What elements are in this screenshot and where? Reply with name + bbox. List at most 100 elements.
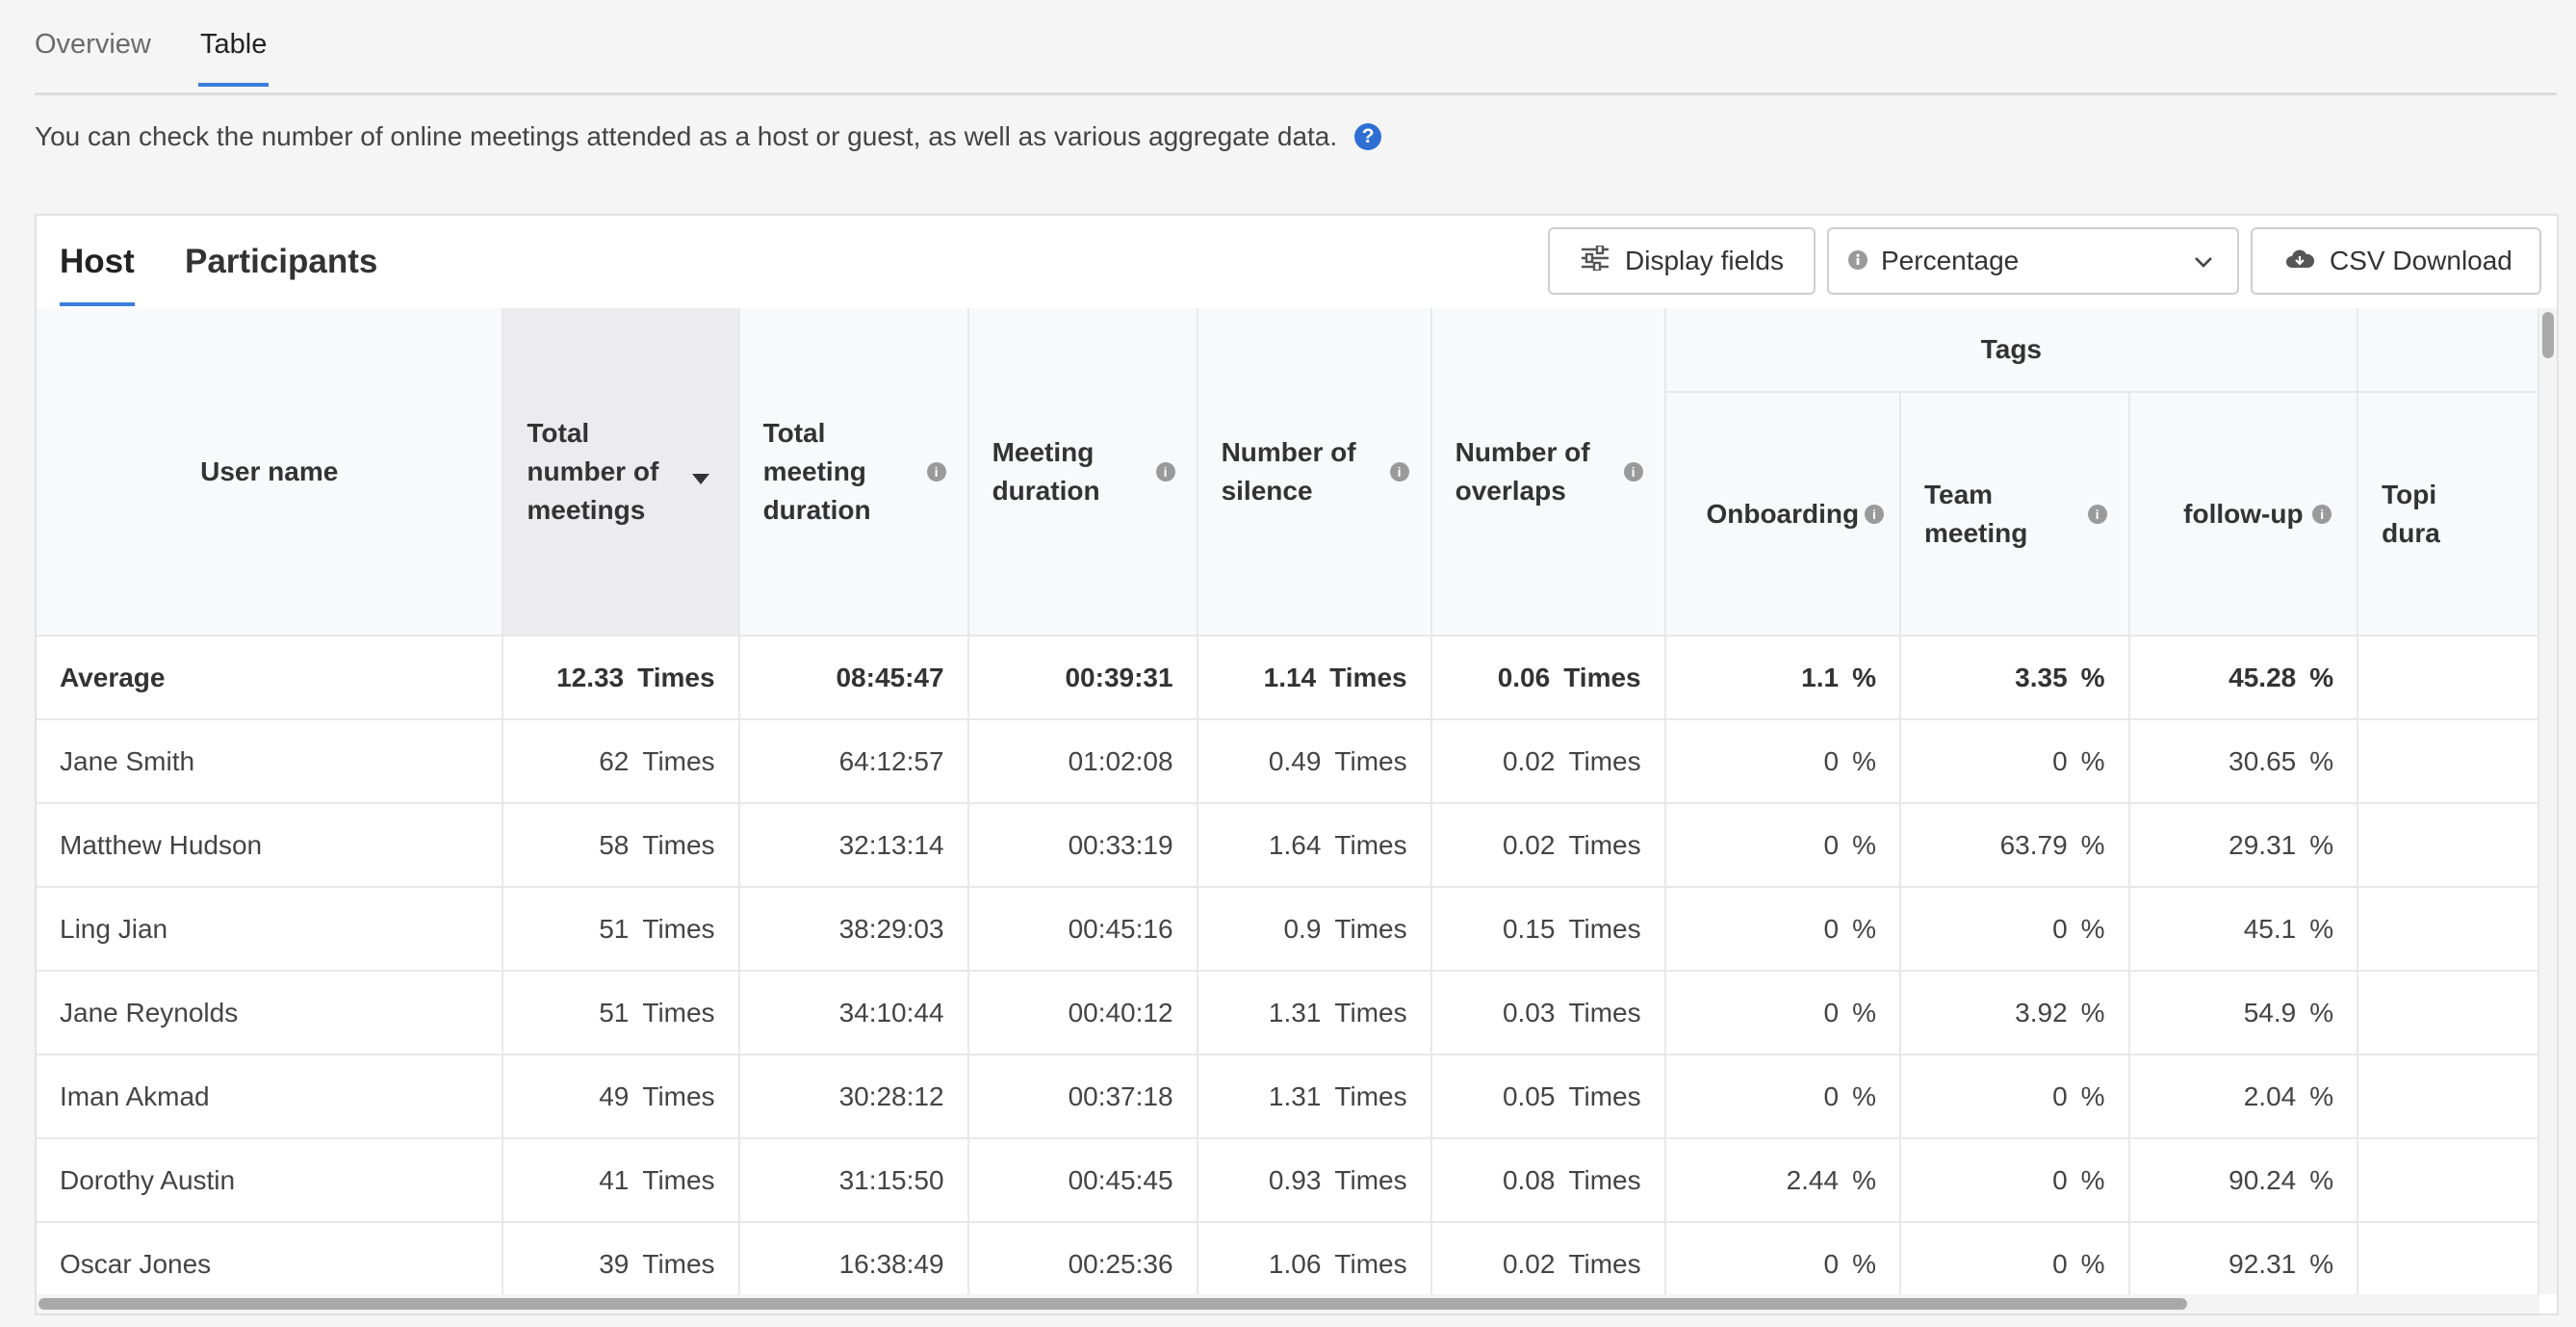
- table-row[interactable]: Matthew Hudson 58 Times 32:13:14 00:33:19 1.6…: [37, 803, 2539, 888]
- info-icon[interactable]: i: [2087, 504, 2107, 524]
- cell-meeting-duration: 00:37:18: [967, 1054, 1198, 1139]
- cell-total-duration: 31:15:50: [738, 1138, 969, 1223]
- col-total-duration[interactable]: Total meeting duration i: [738, 308, 969, 637]
- info-icon[interactable]: i: [2312, 504, 2332, 524]
- cell-silence: 1.31 Times: [1197, 1054, 1432, 1139]
- col-topic-duration[interactable]: Topi dura: [2357, 392, 2539, 637]
- cell-meeting-duration: 00:40:12: [967, 971, 1198, 1055]
- cell-total-meetings-unit: Times: [642, 997, 715, 1028]
- cell-silence-value: 1.06: [1268, 1248, 1322, 1279]
- cell-follow-up-unit: %: [2309, 913, 2334, 944]
- help-icon[interactable]: ?: [1354, 123, 1382, 150]
- cell-meeting-duration: 00:33:19: [967, 803, 1198, 888]
- cell-total-meetings: 12.33 Times: [502, 636, 740, 720]
- cell-overlaps-unit: Times: [1568, 1164, 1641, 1195]
- cell-overlaps-value: 0.02: [1502, 1248, 1556, 1279]
- cell-total-duration-value: 31:15:50: [838, 1164, 944, 1195]
- col-total-meetings[interactable]: Total number of meetings: [502, 308, 740, 637]
- cell-total-meetings-value: 62: [599, 745, 630, 776]
- col-silence[interactable]: Number of silence i: [1197, 308, 1432, 637]
- cell-silence-unit: Times: [1334, 913, 1407, 944]
- table-row[interactable]: Iman Akmad 49 Times 30:28:12 00:37:18 1.31 Tim…: [37, 1054, 2539, 1139]
- cell-follow-up-unit: %: [2309, 829, 2334, 860]
- vertical-scrollbar[interactable]: [2539, 308, 2557, 1294]
- cell-team-meeting: 0%: [1899, 1054, 2130, 1139]
- table-row[interactable]: Dorothy Austin 41 Times 31:15:50 00:45:45 0.9…: [37, 1138, 2539, 1223]
- info-icon[interactable]: i: [1623, 461, 1643, 481]
- cell-total-meetings-unit: Times: [637, 662, 715, 692]
- display-fields-button[interactable]: Display fields: [1548, 227, 1816, 295]
- average-row[interactable]: Average 12.33 Times 08:45:47 00:39:31 1.14 Tim…: [37, 636, 2539, 720]
- data-panel: Host Participants Display fields Percent…: [35, 214, 2559, 1315]
- cell-onboarding-value: 1.1: [1801, 662, 1840, 692]
- cell-onboarding-unit: %: [1852, 1164, 1876, 1195]
- cell-follow-up: 2.04%: [2128, 1054, 2359, 1139]
- cell-onboarding-unit: %: [1852, 662, 1876, 692]
- cell-user-name: Jane Reynolds: [37, 971, 504, 1055]
- csv-download-button[interactable]: CSV Download: [2251, 227, 2541, 295]
- info-icon[interactable]: i: [1864, 504, 1884, 524]
- info-icon[interactable]: i: [926, 461, 946, 481]
- col-user-name[interactable]: User name: [37, 308, 504, 637]
- cell-total-duration: 64:12:57: [738, 719, 969, 804]
- cell-silence: 1.14 Times: [1197, 636, 1432, 720]
- tab-overview[interactable]: Overview: [35, 29, 151, 61]
- cell-onboarding: 2.44%: [1664, 1138, 1901, 1223]
- cell-total-meetings: 41 Times: [502, 1138, 740, 1223]
- col-user-name-label: User name: [200, 455, 339, 486]
- cell-total-duration: 34:10:44: [738, 971, 969, 1055]
- cell-total-meetings-value: 49: [599, 1080, 630, 1111]
- cell-onboarding-value: 2.44: [1786, 1164, 1840, 1195]
- cell-team-meeting-unit: %: [2080, 662, 2105, 692]
- cell-total-duration: 08:45:47: [738, 636, 969, 720]
- cell-total-duration-value: 64:12:57: [838, 745, 944, 776]
- col-meeting-duration[interactable]: Meeting duration i: [967, 308, 1198, 637]
- description: You can check the number of online meeti…: [35, 121, 1382, 152]
- meetings-table: User name Total number of meetings Total…: [37, 308, 2539, 1294]
- cell-total-meetings-unit: Times: [642, 745, 715, 776]
- cell-follow-up: 45.28%: [2128, 636, 2359, 720]
- horizontal-scroll-thumb[interactable]: [39, 1298, 2187, 1310]
- table-row[interactable]: Jane Reynolds 51 Times 34:10:44 00:40:12 1.31…: [37, 971, 2539, 1055]
- info-icon[interactable]: i: [1155, 461, 1175, 481]
- cell-total-duration: 16:38:49: [738, 1222, 969, 1294]
- cell-meeting-duration-value: 00:45:16: [1068, 913, 1173, 944]
- table-row[interactable]: Jane Smith 62 Times 64:12:57 01:02:08 0.49 Tim…: [37, 719, 2539, 804]
- cell-onboarding-unit: %: [1852, 745, 1876, 776]
- table-row[interactable]: Oscar Jones 39 Times 16:38:49 00:25:36 1.06 Ti…: [37, 1222, 2539, 1294]
- col-overlaps-label-1: Number of: [1455, 436, 1590, 467]
- cell-overlaps-unit: Times: [1568, 1080, 1641, 1111]
- cell-user-name: Ling Jian: [37, 887, 504, 972]
- cell-overlaps-unit: Times: [1568, 997, 1641, 1028]
- cell-onboarding: 0%: [1664, 1222, 1901, 1294]
- cell-team-meeting-value: 3.35: [2015, 662, 2068, 692]
- col-topic-duration-label-1: Topi: [2382, 479, 2437, 509]
- tab-table[interactable]: Table: [197, 29, 270, 87]
- horizontal-scrollbar[interactable]: [37, 1294, 2539, 1314]
- cell-team-meeting-value: 0: [2052, 745, 2068, 776]
- tab-participants[interactable]: Participants: [185, 243, 377, 281]
- mode-select[interactable]: Percentage: [1827, 227, 2239, 295]
- cell-team-meeting: 3.35%: [1899, 636, 2130, 720]
- table-row[interactable]: Ling Jian 51 Times 38:29:03 00:45:16 0.9 Times…: [37, 887, 2539, 972]
- cell-meeting-duration: 00:45:16: [967, 887, 1198, 972]
- cell-total-duration-value: 16:38:49: [838, 1248, 944, 1279]
- col-silence-label-1: Number of: [1221, 436, 1356, 467]
- col-follow-up[interactable]: follow-up i: [2128, 392, 2359, 637]
- cell-silence-value: 0.9: [1283, 913, 1322, 944]
- col-onboarding[interactable]: Onboarding i: [1664, 392, 1901, 637]
- panel-header: Host Participants Display fields Percent…: [37, 216, 2557, 310]
- cell-total-meetings: 51 Times: [502, 887, 740, 972]
- col-overlaps[interactable]: Number of overlaps i: [1430, 308, 1666, 637]
- info-icon[interactable]: i: [1389, 461, 1409, 481]
- col-total-duration-label-2: meeting: [762, 455, 866, 486]
- info-icon: [1848, 246, 1868, 276]
- col-total-duration-label-3: duration: [762, 494, 871, 525]
- tab-host[interactable]: Host: [60, 243, 135, 306]
- cell-onboarding-unit: %: [1852, 1248, 1876, 1279]
- cell-team-meeting-unit: %: [2080, 1080, 2105, 1111]
- vertical-scroll-thumb[interactable]: [2542, 312, 2554, 358]
- cell-follow-up-value: 90.24: [2228, 1164, 2297, 1195]
- sort-desc-icon[interactable]: [691, 473, 709, 484]
- col-team-meeting[interactable]: Team meeting i: [1899, 392, 2130, 637]
